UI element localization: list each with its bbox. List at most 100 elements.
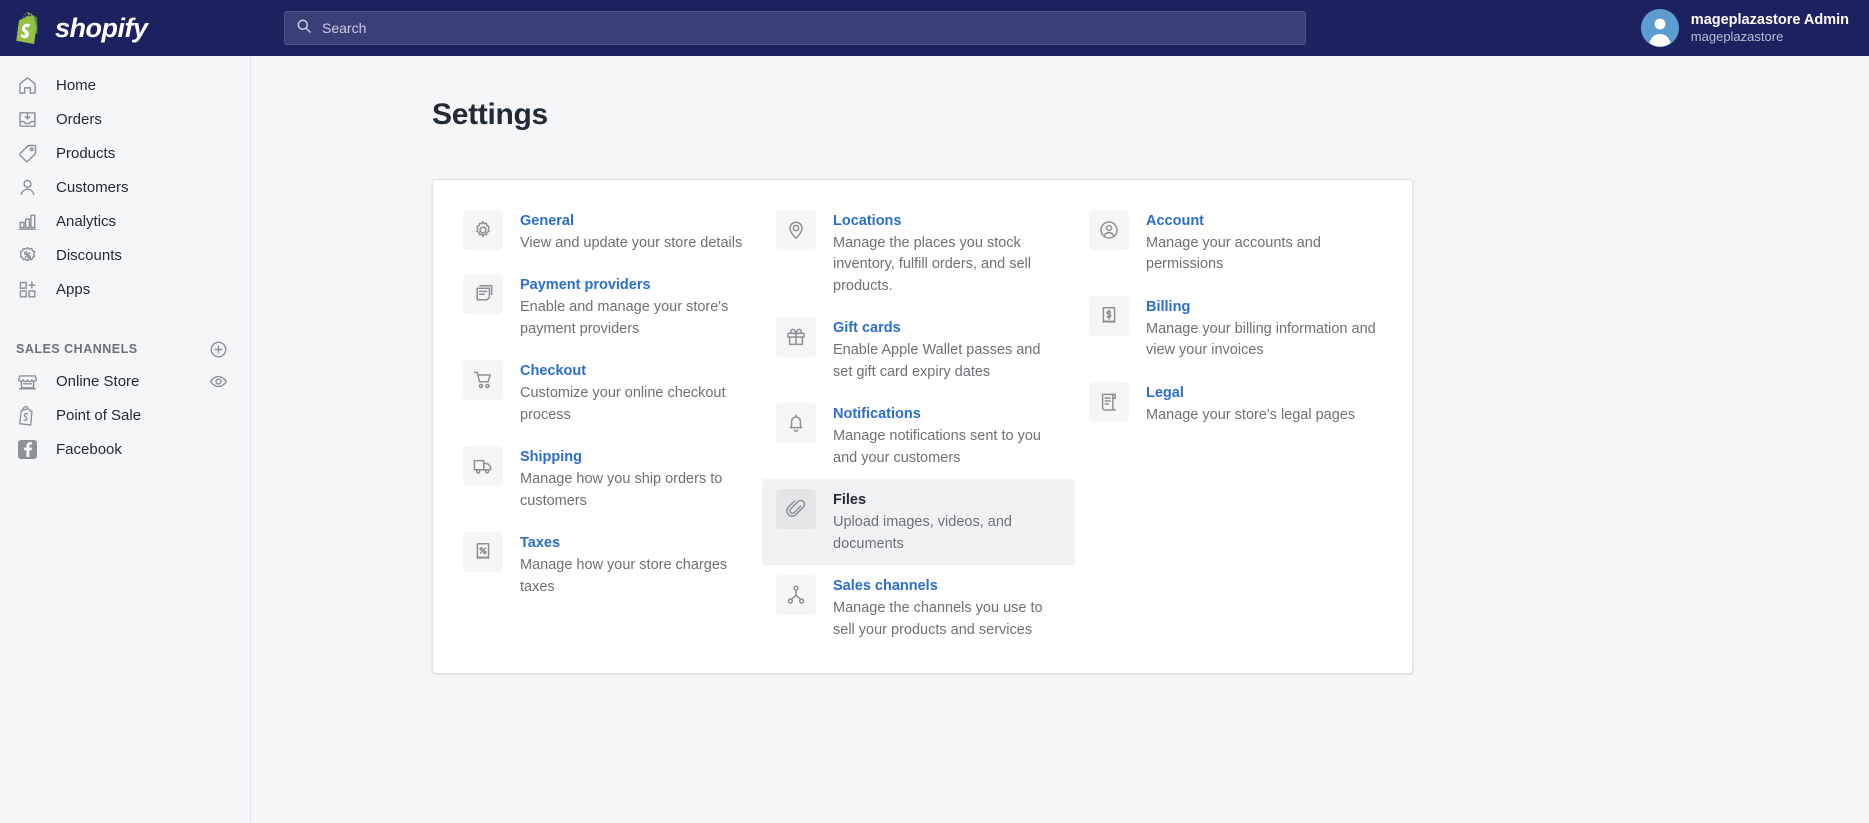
- setting-title: Files: [833, 492, 867, 509]
- setting-title: Billing: [1146, 298, 1191, 315]
- avatar: [1640, 9, 1679, 47]
- discount-percent-icon: [16, 244, 38, 266]
- sidebar-item-label: Discounts: [56, 246, 122, 264]
- setting-title: Locations: [833, 213, 902, 229]
- sidebar-item-discounts[interactable]: Discounts: [0, 238, 250, 272]
- shopify-bag-icon: [16, 11, 46, 45]
- facebook-icon: [16, 438, 38, 460]
- setting-item-locations[interactable]: Locations Manage the places you stock in…: [762, 200, 1075, 307]
- sidebar-item-facebook[interactable]: Facebook: [0, 432, 250, 466]
- sidebar-item-label: Online Store: [56, 372, 140, 390]
- setting-description: Customize your online checkout process: [520, 385, 726, 423]
- product-tag-icon: [16, 142, 38, 164]
- sidebar-item-label: Analytics: [56, 212, 117, 230]
- main-content: Settings General View and update your st…: [251, 56, 1869, 823]
- bell-icon: [776, 403, 816, 444]
- setting-title: General: [520, 213, 574, 229]
- setting-title: Notifications: [833, 406, 921, 423]
- setting-description: Enable Apple Wallet passes and set gift …: [833, 342, 1041, 380]
- setting-item-account[interactable]: Account Manage your accounts and permiss…: [1075, 200, 1388, 286]
- shopify-bag-icon: [16, 404, 38, 426]
- gear-icon: [463, 210, 503, 250]
- orders-inbox-icon: [16, 108, 38, 130]
- shopify-logo[interactable]: shopify: [0, 0, 251, 56]
- receipt-percent-icon: [463, 532, 503, 573]
- payment-card-icon: [463, 274, 503, 315]
- setting-title: Sales channels: [833, 578, 938, 595]
- sidebar-item-label: Customers: [56, 178, 129, 196]
- eye-icon[interactable]: [208, 371, 228, 391]
- setting-item-taxes[interactable]: Taxes Manage how your store charges taxe…: [449, 522, 762, 608]
- setting-item-notifications[interactable]: Notifications Manage notifications sent …: [762, 393, 1075, 479]
- sidebar-item-apps[interactable]: Apps: [0, 272, 250, 306]
- receipt-dollar-icon: [1089, 295, 1129, 336]
- legal-scroll-icon: [1089, 381, 1129, 422]
- sidebar-item-orders[interactable]: Orders: [0, 102, 250, 136]
- settings-column-3: Account Manage your accounts and permiss…: [1075, 200, 1388, 651]
- search-area: Search: [251, 11, 1641, 45]
- setting-description: View and update your store details: [520, 235, 743, 252]
- user-menu[interactable]: mageplazastore Admin mageplazastore: [1640, 9, 1869, 47]
- shopping-cart-icon: [463, 360, 503, 401]
- sidebar-item-label: Home: [56, 76, 97, 94]
- top-header-bar: shopify Search mageplazastore Admin mage…: [0, 0, 1869, 56]
- truck-icon: [463, 446, 503, 487]
- sidebar-item-online-store[interactable]: Online Store: [0, 364, 250, 398]
- setting-item-files[interactable]: Files Upload images, videos, and documen…: [762, 479, 1075, 566]
- sidebar-item-label: Products: [56, 144, 116, 162]
- sidebar-item-point-of-sale[interactable]: Point of Sale: [0, 398, 250, 432]
- sidebar-item-customers[interactable]: Customers: [0, 170, 250, 204]
- home-icon: [16, 74, 38, 96]
- sidebar-item-label: Point of Sale: [56, 406, 142, 424]
- account-circle-icon: [1089, 210, 1129, 250]
- setting-item-general[interactable]: General View and update your store detai…: [449, 200, 762, 264]
- settings-column-2: Locations Manage the places you stock in…: [762, 200, 1075, 651]
- network-nodes-icon: [776, 575, 816, 616]
- sidebar-item-analytics[interactable]: Analytics: [0, 204, 250, 238]
- setting-item-sales-channels[interactable]: Sales channels Manage the channels you u…: [762, 565, 1075, 651]
- setting-title: Shipping: [520, 449, 583, 466]
- setting-description: Manage your store's legal pages: [1146, 406, 1356, 423]
- sidebar-item-home[interactable]: Home: [0, 68, 250, 102]
- plus-circle-icon[interactable]: [208, 339, 228, 359]
- search-placeholder: Search: [322, 20, 367, 36]
- setting-title: Gift cards: [833, 320, 901, 337]
- setting-item-billing[interactable]: Billing Manage your billing information …: [1075, 286, 1388, 372]
- page-title: Settings: [432, 98, 548, 131]
- sidebar-navigation: Home Orders Products Customers Analytics…: [0, 56, 251, 823]
- user-store-name: mageplazastore: [1690, 28, 1784, 44]
- sidebar-item-products[interactable]: Products: [0, 136, 250, 170]
- search-input[interactable]: Search: [284, 11, 1306, 45]
- setting-item-checkout[interactable]: Checkout Customize your online checkout …: [449, 350, 762, 436]
- setting-item-shipping[interactable]: Shipping Manage how you ship orders to c…: [449, 436, 762, 522]
- setting-title: Account: [1146, 213, 1204, 229]
- search-icon: [296, 18, 312, 39]
- storefront-icon: [16, 370, 38, 392]
- map-pin-icon: [776, 210, 816, 250]
- setting-description: Manage the places you stock inventory, f…: [833, 235, 1031, 294]
- setting-title: Taxes: [520, 535, 561, 552]
- setting-description: Manage the channels you use to sell your…: [833, 600, 1043, 638]
- sales-channels-section-header: SALES CHANNELS: [0, 334, 250, 364]
- setting-item-payment-providers[interactable]: Payment providers Enable and manage your…: [449, 264, 762, 350]
- settings-column-1: General View and update your store detai…: [449, 200, 762, 651]
- setting-description: Enable and manage your store's payment p…: [520, 299, 729, 337]
- bar-chart-icon: [16, 210, 38, 232]
- setting-item-legal[interactable]: Legal Manage your store's legal pages: [1075, 372, 1388, 436]
- setting-description: Manage your accounts and permissions: [1146, 235, 1321, 273]
- settings-card: General View and update your store detai…: [432, 179, 1413, 675]
- setting-item-gift-cards[interactable]: Gift cards Enable Apple Wallet passes an…: [762, 307, 1075, 393]
- section-title: SALES CHANNELS: [16, 342, 138, 356]
- setting-description: Manage how your store charges taxes: [520, 557, 728, 595]
- apps-grid-plus-icon: [16, 278, 38, 300]
- gift-icon: [776, 317, 816, 358]
- sidebar-item-label: Orders: [56, 110, 102, 128]
- setting-title: Checkout: [520, 363, 587, 380]
- sidebar-item-label: Apps: [56, 280, 91, 298]
- shopify-admin-window: shopify Search mageplazastore Admin mage…: [0, 0, 1869, 823]
- setting-description: Upload images, videos, and documents: [833, 514, 1012, 552]
- paperclip-icon: [776, 489, 816, 530]
- sidebar-item-label: Facebook: [56, 440, 122, 458]
- setting-description: Manage your billing information and view…: [1146, 320, 1376, 359]
- user-name: mageplazastore Admin: [1690, 11, 1849, 28]
